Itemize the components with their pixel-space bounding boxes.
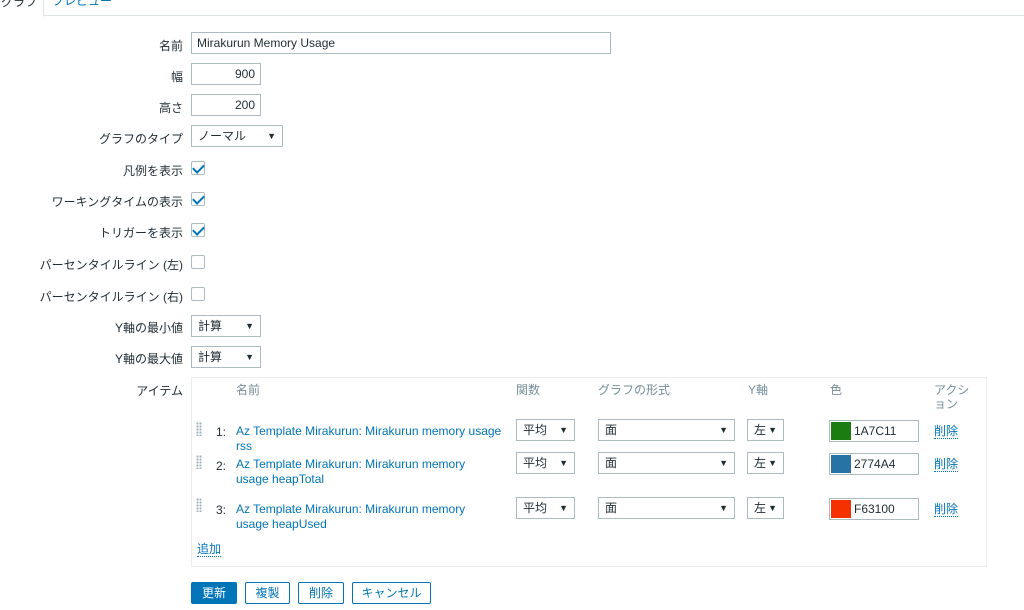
dropdown-arrow-icon: ▼	[245, 321, 254, 331]
graph-type-select[interactable]: ノーマル ▼	[191, 125, 283, 147]
col-header-color: 色	[830, 383, 843, 397]
height-label: 高さ	[158, 101, 183, 115]
y-min-select[interactable]: 計算 ▼	[191, 315, 261, 337]
y-max-select[interactable]: 計算 ▼	[191, 346, 261, 368]
dropdown-arrow-icon: ▼	[559, 425, 568, 435]
clone-button[interactable]: 複製	[245, 582, 290, 604]
y-min-value: 計算	[198, 319, 223, 333]
row-index: 3:	[216, 503, 227, 517]
draw-style-value: 面	[605, 456, 618, 470]
tab-graph[interactable]: グラフ	[0, 0, 45, 17]
row-index: 2:	[216, 459, 227, 473]
items-label: アイテム	[136, 384, 183, 398]
dropdown-arrow-icon: ▼	[245, 352, 254, 362]
dropdown-arrow-icon: ▼	[267, 131, 276, 141]
col-header-draw-style: グラフの形式	[598, 383, 671, 397]
function-value: 平均	[523, 423, 548, 437]
show-legend-checkbox[interactable]	[191, 161, 205, 175]
col-header-name: 名前	[236, 383, 261, 397]
dropdown-arrow-icon: ▼	[559, 503, 568, 513]
function-value: 平均	[523, 501, 548, 515]
item-name-link[interactable]: Az Template Mirakurun: Mirakurun memory …	[236, 424, 506, 454]
color-value: F63100	[854, 502, 895, 516]
y-axis-select[interactable]: 左 ▼	[747, 452, 784, 474]
color-value: 2774A4	[854, 457, 896, 471]
y-axis-value: 左	[754, 456, 767, 470]
function-value: 平均	[523, 456, 548, 470]
draw-style-value: 面	[605, 501, 618, 515]
percentile-left-label: パーセンタイルライン (左)	[39, 258, 183, 272]
draw-style-select[interactable]: 面 ▼	[598, 419, 735, 441]
color-swatch[interactable]	[831, 455, 851, 473]
remove-item-link[interactable]: 削除	[934, 424, 959, 439]
graph-type-label: グラフのタイプ	[98, 132, 183, 146]
color-swatch[interactable]	[831, 500, 851, 518]
color-picker[interactable]: 2774A4	[829, 453, 919, 475]
color-picker[interactable]: F63100	[829, 498, 919, 520]
width-label: 幅	[170, 70, 183, 84]
dropdown-arrow-icon: ▼	[768, 425, 777, 435]
percentile-right-checkbox[interactable]	[191, 287, 205, 301]
width-input[interactable]	[191, 63, 261, 85]
col-header-function: 関数	[516, 383, 541, 397]
function-select[interactable]: 平均 ▼	[516, 419, 575, 441]
drag-handle-icon[interactable]	[196, 422, 202, 436]
add-item-link[interactable]: 追加	[197, 542, 222, 557]
percentile-left-checkbox[interactable]	[191, 255, 205, 269]
row-index: 1:	[216, 425, 227, 439]
item-name-link[interactable]: Az Template Mirakurun: Mirakurun memory …	[236, 502, 501, 532]
color-picker[interactable]: 1A7C11	[829, 420, 919, 442]
remove-item-link[interactable]: 削除	[934, 457, 959, 472]
y-min-label: Y軸の最小値	[114, 321, 183, 335]
draw-style-value: 面	[605, 423, 618, 437]
col-header-action: アクション	[934, 383, 970, 411]
dropdown-arrow-icon: ▼	[719, 503, 728, 513]
dropdown-arrow-icon: ▼	[559, 458, 568, 468]
tab-bar: グラフ プレビュー	[0, 0, 1024, 17]
y-axis-value: 左	[754, 423, 767, 437]
item-name-link[interactable]: Az Template Mirakurun: Mirakurun memory …	[236, 457, 501, 487]
show-legend-label: 凡例を表示	[122, 164, 183, 178]
height-input[interactable]	[191, 94, 261, 116]
dropdown-arrow-icon: ▼	[768, 503, 777, 513]
dropdown-arrow-icon: ▼	[719, 458, 728, 468]
remove-item-link[interactable]: 削除	[934, 502, 959, 517]
cancel-button[interactable]: キャンセル	[352, 582, 431, 604]
name-label: 名前	[158, 39, 183, 53]
tab-preview[interactable]: プレビュー	[46, 0, 118, 16]
drag-handle-icon[interactable]	[196, 498, 202, 512]
dropdown-arrow-icon: ▼	[768, 458, 777, 468]
draw-style-select[interactable]: 面 ▼	[598, 452, 735, 474]
y-max-value: 計算	[198, 350, 223, 364]
show-working-time-checkbox[interactable]	[191, 192, 205, 206]
draw-style-select[interactable]: 面 ▼	[598, 497, 735, 519]
y-axis-select[interactable]: 左 ▼	[747, 497, 784, 519]
graph-type-value: ノーマル	[198, 129, 247, 143]
color-swatch[interactable]	[831, 422, 851, 440]
name-input[interactable]	[191, 32, 611, 54]
function-select[interactable]: 平均 ▼	[516, 452, 575, 474]
dropdown-arrow-icon: ▼	[719, 425, 728, 435]
color-value: 1A7C11	[854, 424, 897, 438]
drag-handle-icon[interactable]	[196, 455, 202, 469]
delete-button[interactable]: 削除	[298, 582, 344, 604]
y-axis-value: 左	[754, 501, 767, 515]
update-button[interactable]: 更新	[191, 582, 237, 604]
percentile-right-label: パーセンタイルライン (右)	[39, 290, 183, 304]
show-triggers-checkbox[interactable]	[191, 223, 205, 237]
y-axis-select[interactable]: 左 ▼	[747, 419, 784, 441]
show-working-time-label: ワーキングタイムの表示	[51, 195, 183, 209]
y-max-label: Y軸の最大値	[114, 352, 183, 366]
function-select[interactable]: 平均 ▼	[516, 497, 575, 519]
show-triggers-label: トリガーを表示	[98, 226, 183, 240]
col-header-y-axis: Y軸	[748, 383, 769, 397]
